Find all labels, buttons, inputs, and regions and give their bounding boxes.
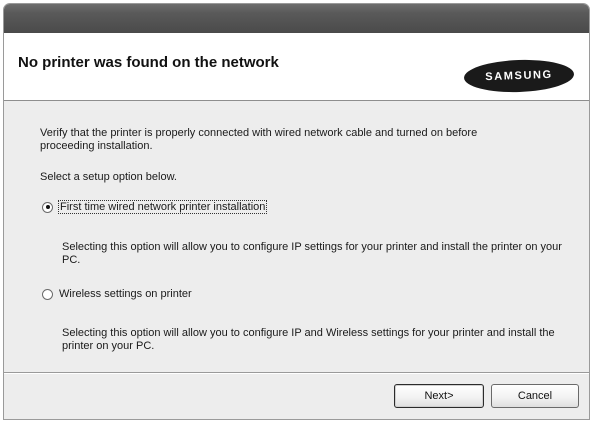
dialog-header: No printer was found on the network SAMS… (4, 33, 589, 101)
installer-dialog: No printer was found on the network SAMS… (3, 3, 590, 420)
option-wired-description: Selecting this option will allow you to … (62, 241, 562, 266)
radio-button[interactable] (42, 288, 53, 300)
footer-divider (4, 372, 589, 374)
option-wired-label[interactable]: First time wired network printer install… (58, 200, 268, 214)
option-wireless-settings[interactable]: Wireless settings on printer (42, 288, 193, 300)
verify-instructions: Verify that the printer is properly conn… (40, 127, 478, 152)
option-wired-install[interactable]: First time wired network printer install… (42, 200, 268, 214)
title-bar[interactable] (4, 4, 589, 33)
option-wireless-description: Selecting this option will allow you to … (62, 327, 555, 352)
samsung-logo: SAMSUNG (463, 58, 575, 94)
logo-text: SAMSUNG (485, 68, 553, 84)
dialog-content: Verify that the printer is properly conn… (4, 101, 589, 371)
select-prompt: Select a setup option below. (40, 171, 177, 183)
cancel-button[interactable]: Cancel (491, 384, 579, 408)
page-title: No printer was found on the network (18, 54, 279, 71)
next-button[interactable]: Next> (394, 384, 484, 408)
option-wireless-label[interactable]: Wireless settings on printer (58, 288, 193, 300)
radio-button-selected[interactable] (42, 201, 53, 213)
